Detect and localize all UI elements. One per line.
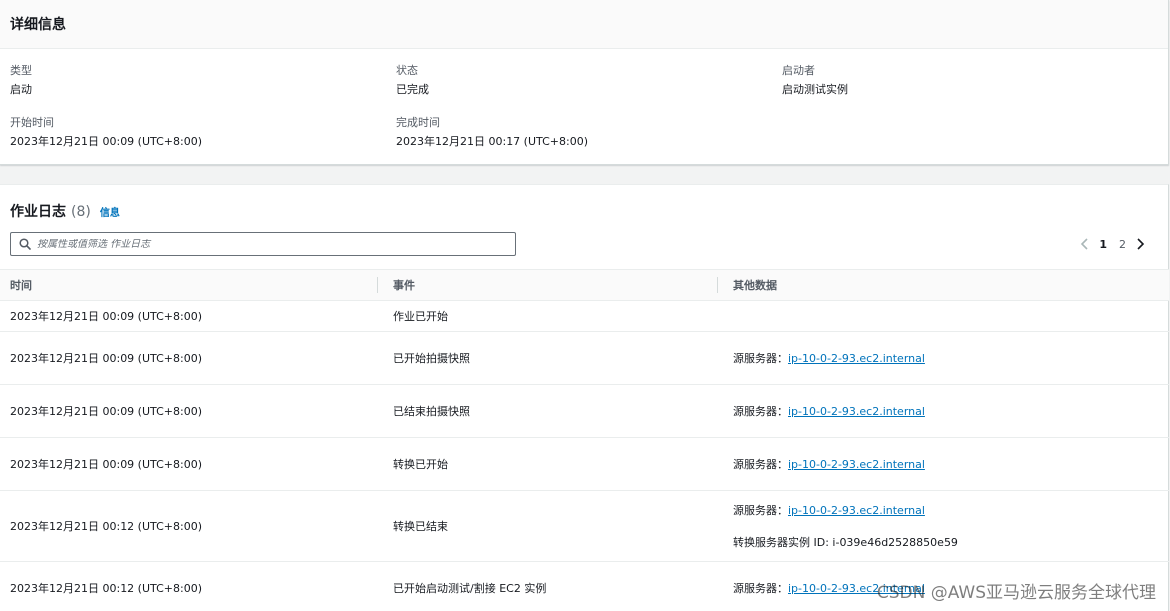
source-server-link[interactable]: ip-10-0-2-93.ec2.internal	[788, 504, 925, 517]
source-server-link[interactable]: ip-10-0-2-93.ec2.internal	[788, 458, 925, 471]
source-server-link[interactable]: ip-10-0-2-93.ec2.internal	[788, 352, 925, 365]
details-title: 详细信息	[10, 17, 66, 33]
start-time-label: 开始时间	[10, 116, 54, 129]
end-time-value: 2023年12月21日 00:17 (UTC+8:00)	[396, 135, 588, 148]
previous-page-icon[interactable]	[1077, 236, 1093, 252]
page-1-button[interactable]: 1	[1099, 238, 1107, 251]
row-time: 2023年12月21日 00:09 (UTC+8:00)	[0, 331, 377, 385]
details-header: 详细信息	[0, 0, 1168, 49]
status-value: 已完成	[396, 83, 429, 96]
source-server-label: 源服务器：	[733, 504, 788, 517]
source-server-label: 源服务器：	[733, 352, 788, 365]
row-time: 2023年12月21日 00:09 (UTC+8:00)	[0, 300, 377, 332]
row-event: 已结束拍摄快照	[377, 384, 717, 438]
source-server-label: 源服务器：	[733, 405, 788, 418]
job-logs-title-text: 作业日志	[10, 204, 66, 220]
table-row: 2023年12月21日 00:12 (UTC+8:00) 转换已结束 源服务器：…	[0, 490, 1169, 562]
table-row: 2023年12月21日 00:09 (UTC+8:00) 已开始拍摄快照 源服务…	[0, 331, 1169, 385]
row-event: 已开始拍摄快照	[377, 331, 717, 385]
row-data	[717, 300, 1169, 332]
type-field: 类型 启动	[10, 64, 32, 97]
search-icon	[19, 235, 31, 254]
column-header-time[interactable]: 时间	[0, 269, 377, 301]
status-field: 状态 已完成	[396, 64, 429, 97]
row-event: 已开始启动测试/割接 EC2 实例	[377, 561, 717, 611]
watermark: CSDN @AWS亚马逊云服务全球代理	[876, 583, 1156, 603]
status-label: 状态	[396, 64, 418, 77]
job-logs-title: 作业日志 (8) 信息	[10, 201, 120, 221]
next-page-icon[interactable]	[1132, 236, 1148, 252]
source-server-link[interactable]: ip-10-0-2-93.ec2.internal	[788, 405, 925, 418]
source-server-label: 源服务器：	[733, 458, 788, 471]
end-time-label: 完成时间	[396, 116, 440, 129]
source-server-label: 源服务器：	[733, 582, 788, 595]
table-row: 2023年12月21日 00:09 (UTC+8:00) 作业已开始	[0, 300, 1169, 332]
job-logs-count: (8)	[71, 204, 91, 220]
row-data: 源服务器：ip-10-0-2-93.ec2.internal	[717, 331, 1169, 385]
info-link[interactable]: 信息	[100, 204, 120, 219]
table-header-row: 时间 事件 其他数据	[0, 269, 1169, 301]
row-event: 作业已开始	[377, 300, 717, 332]
row-time: 2023年12月21日 00:12 (UTC+8:00)	[0, 490, 377, 562]
pagination: 1 2	[1077, 236, 1148, 252]
table-row: 2023年12月21日 00:09 (UTC+8:00) 转换已开始 源服务器：…	[0, 437, 1169, 491]
table-row: 2023年12月21日 00:09 (UTC+8:00) 已结束拍摄快照 源服务…	[0, 384, 1169, 438]
row-event: 转换已开始	[377, 437, 717, 491]
row-time: 2023年12月21日 00:09 (UTC+8:00)	[0, 384, 377, 438]
column-header-event[interactable]: 事件	[377, 269, 717, 301]
job-logs-table: 时间 事件 其他数据 2023年12月21日 00:09 (UTC+8:00) …	[0, 269, 1169, 611]
initiator-label: 启动者	[782, 64, 815, 77]
row-data: 源服务器：ip-10-0-2-93.ec2.internal	[717, 437, 1169, 491]
column-header-additional-data[interactable]: 其他数据	[717, 269, 1169, 301]
row-time: 2023年12月21日 00:12 (UTC+8:00)	[0, 561, 377, 611]
start-time-field: 开始时间 2023年12月21日 00:09 (UTC+8:00)	[10, 116, 202, 149]
conversion-server-instance-id: 转换服务器实例 ID: i-039e46d2528850e59	[733, 536, 958, 549]
row-time: 2023年12月21日 00:09 (UTC+8:00)	[0, 437, 377, 491]
row-data: 源服务器：ip-10-0-2-93.ec2.internal 转换服务器实例 I…	[717, 490, 1169, 562]
row-event: 转换已结束	[377, 490, 717, 562]
type-label: 类型	[10, 64, 32, 77]
details-panel: 详细信息 类型 启动 状态 已完成 启动者 启动测试实例 开始时间 2023年1…	[0, 0, 1169, 165]
row-data: 源服务器：ip-10-0-2-93.ec2.internal	[717, 384, 1169, 438]
page-2-button[interactable]: 2	[1119, 238, 1126, 251]
filter-search-box[interactable]	[10, 232, 516, 256]
initiator-field: 启动者 启动测试实例	[782, 64, 848, 97]
job-logs-header: 作业日志 (8) 信息 1 2	[0, 185, 1168, 269]
end-time-field: 完成时间 2023年12月21日 00:17 (UTC+8:00)	[396, 116, 588, 149]
job-logs-panel: 作业日志 (8) 信息 1 2 时间 事件 其他数据	[0, 184, 1169, 611]
filter-search-input[interactable]	[37, 238, 497, 250]
start-time-value: 2023年12月21日 00:09 (UTC+8:00)	[10, 135, 202, 148]
initiator-value: 启动测试实例	[782, 83, 848, 96]
type-value: 启动	[10, 83, 32, 96]
